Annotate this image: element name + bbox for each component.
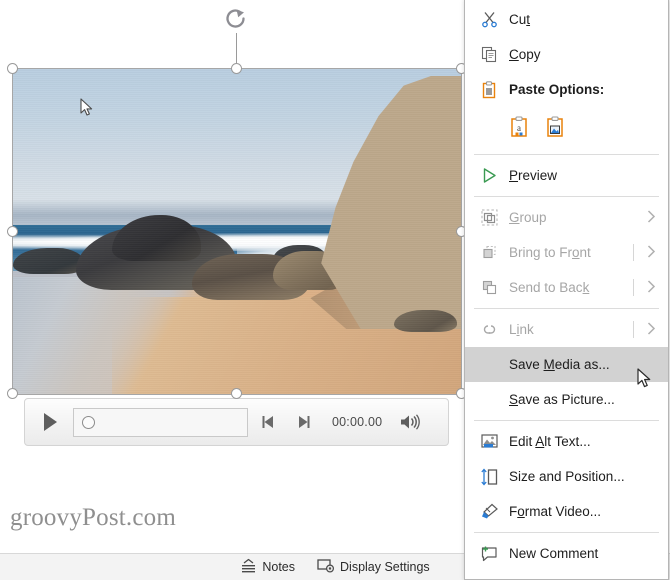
step-forward-icon[interactable] (290, 409, 316, 435)
volume-icon[interactable] (396, 409, 424, 435)
alt-text-icon (475, 433, 503, 450)
context-menu-label-save-as-picture: Save as Picture... (509, 392, 615, 407)
scissors-icon (475, 11, 503, 28)
playback-time-label: 00:00.00 (332, 415, 383, 429)
context-menu-label-group: Group (509, 210, 547, 225)
menu-split-divider (633, 244, 634, 261)
context-menu-label-bring-to-front: Bring to Front (509, 245, 591, 260)
preview-play-icon (475, 167, 503, 184)
paste-text-icon[interactable]: a (509, 116, 531, 142)
chevron-right-icon (647, 209, 656, 226)
resize-handle-bottom-left[interactable] (7, 388, 18, 399)
context-menu-label-preview: Preview (509, 168, 558, 183)
context-menu-item-preview[interactable]: Preview (465, 158, 668, 193)
context-menu-label-paste-options: Paste Options: (509, 82, 605, 97)
size-position-icon (475, 468, 503, 486)
context-menu-separator (474, 532, 659, 533)
context-menu-label-new-comment: New Comment (509, 546, 599, 561)
context-menu-label-save-media-as: Save Media as... (509, 357, 610, 372)
context-menu[interactable]: Cut Copy Paste Options: a Preview Group … (464, 0, 669, 580)
play-icon[interactable] (35, 407, 65, 437)
context-menu-item-copy[interactable]: Copy (465, 37, 668, 72)
context-menu-separator (474, 308, 659, 309)
mouse-cursor-over-video (80, 98, 94, 122)
context-menu-separator (474, 154, 659, 155)
playback-progress-slider[interactable] (73, 407, 248, 437)
media-playback-bar[interactable]: 00:00.00 (24, 398, 449, 446)
context-menu-item-send-to-back: Send to Back (465, 270, 668, 305)
group-icon (475, 209, 503, 226)
link-icon (475, 322, 503, 337)
svg-text:a: a (517, 123, 521, 133)
step-back-icon[interactable] (256, 409, 282, 435)
context-menu-label-format-video: Format Video... (509, 504, 602, 519)
context-menu-label-cut: Cut (509, 12, 531, 27)
bring-front-icon (475, 244, 503, 261)
menu-split-divider (633, 321, 634, 338)
menu-split-divider (633, 279, 634, 296)
notes-icon (240, 558, 257, 576)
context-menu-label-copy: Copy (509, 47, 541, 62)
context-menu-label-link: Link (509, 322, 534, 337)
context-menu-separator (474, 420, 659, 421)
context-menu-item-cut[interactable]: Cut (465, 2, 668, 37)
context-menu-item-group: Group (465, 200, 668, 235)
context-menu-item-link: Link (465, 312, 668, 347)
context-menu-item-paste-options: Paste Options: (465, 72, 668, 107)
clipboard-icon (475, 80, 503, 99)
watermark: groovyPost.com (10, 504, 176, 531)
format-video-icon (475, 503, 503, 521)
copy-icon (475, 46, 503, 63)
display-settings-label: Display Settings (340, 560, 430, 574)
send-back-icon (475, 279, 503, 296)
rotate-handle-icon[interactable] (222, 5, 251, 34)
resize-handle-middle-left[interactable] (7, 226, 18, 237)
chevron-right-icon (647, 321, 656, 338)
chevron-right-icon (647, 244, 656, 261)
resize-handle-bottom-center[interactable] (231, 388, 242, 399)
mouse-cursor (637, 368, 652, 394)
chevron-right-icon (647, 279, 656, 296)
context-menu-item-edit-alt-text[interactable]: Edit Alt Text... (465, 424, 668, 459)
display-settings-icon (317, 558, 335, 576)
resize-handle-top-left[interactable] (7, 63, 18, 74)
context-menu-item-size-and-position[interactable]: Size and Position... (465, 459, 668, 494)
progress-knob[interactable] (82, 415, 95, 429)
resize-handle-top-center[interactable] (231, 63, 242, 74)
context-menu-item-format-video[interactable]: Format Video... (465, 494, 668, 529)
context-menu-separator (474, 196, 659, 197)
context-menu-label-edit-alt-text: Edit Alt Text... (509, 434, 591, 449)
new-comment-icon (475, 545, 503, 563)
context-menu-label-size-and-position: Size and Position... (509, 469, 625, 484)
paste-options-row[interactable]: a (465, 107, 668, 151)
context-menu-item-bring-to-front: Bring to Front (465, 235, 668, 270)
notes-label: Notes (262, 560, 296, 574)
context-menu-item-new-comment[interactable]: New Comment (465, 536, 668, 571)
context-menu-label-send-to-back: Send to Back (509, 280, 590, 295)
display-settings-button[interactable]: Display Settings (317, 558, 430, 576)
notes-button[interactable]: Notes (240, 558, 295, 576)
paste-picture-icon[interactable] (545, 116, 567, 142)
powerpoint-editor-window: 00:00.00 groovyPost.com Notes Display Se… (0, 0, 670, 580)
